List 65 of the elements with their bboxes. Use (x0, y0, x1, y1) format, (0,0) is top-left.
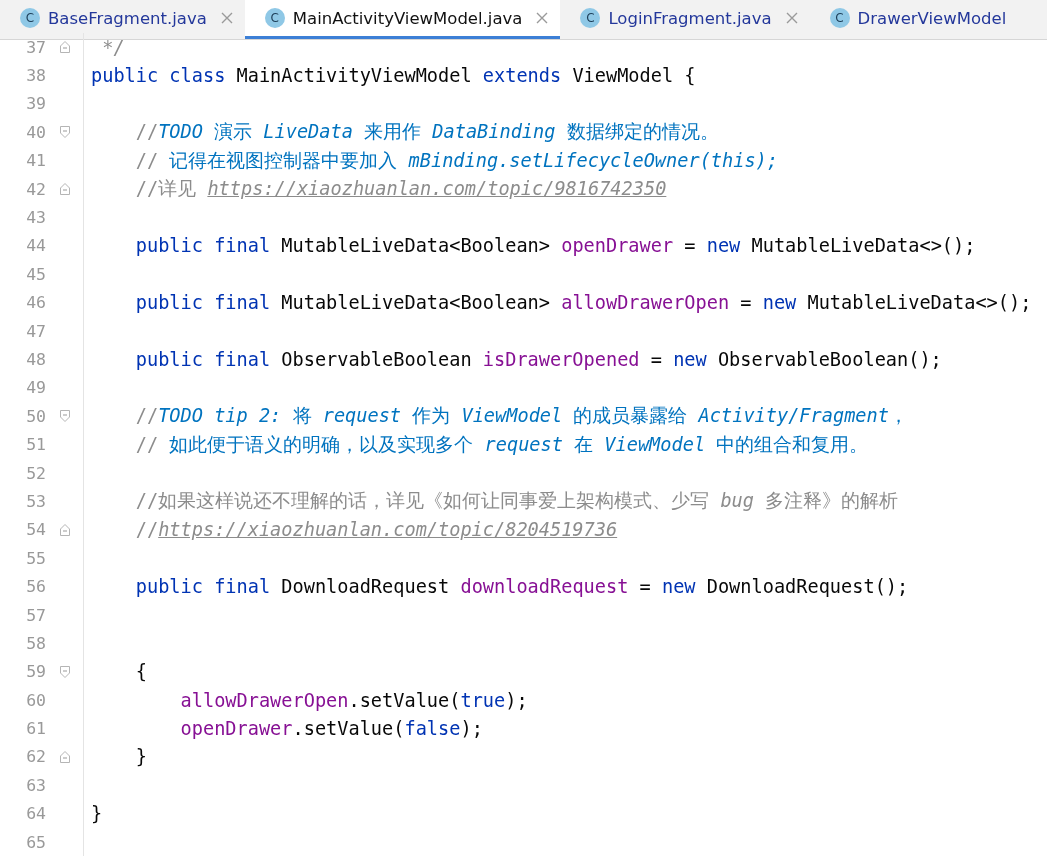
code-line: public final MutableLiveData<Boolean> allowDrawerOpen = new MutableLiveData<>(); (134, 292, 1032, 314)
line-number: 47 (25, 321, 46, 341)
line-number: 58 (25, 633, 46, 653)
fold-icon[interactable] (59, 41, 70, 54)
line-number: 55 (25, 548, 46, 568)
line-number: 37 (25, 37, 46, 57)
class-icon: C (20, 8, 40, 28)
close-icon[interactable] (536, 12, 549, 24)
line-number: 49 (25, 378, 46, 398)
code-line: // 如此便于语义的明确，以及实现多个 request 在 ViewModel 中的组合和复用。 (134, 432, 869, 457)
class-icon: C (829, 8, 850, 28)
line-number: 62 (25, 747, 46, 767)
fold-icon[interactable] (59, 665, 70, 678)
line-number: 56 (25, 577, 46, 597)
code-line: //详见 https://xiaozhuanlan.com/topic/9816742350 (134, 177, 667, 202)
code-line: public final ObservableBoolean isDrawerOpened = new ObservableBoolean(); (134, 349, 942, 370)
line-number: 65 (25, 832, 46, 852)
line-number: 43 (25, 208, 46, 228)
line-number: 41 (25, 151, 46, 171)
line-number: 38 (25, 66, 46, 86)
code-line: //https://xiaozhuanlan.com/topic/8204519736 (134, 519, 618, 541)
code-line: */ (101, 36, 125, 58)
fold-icon[interactable] (59, 183, 70, 196)
editor-tab[interactable]: C DrawerViewModel (809, 0, 1019, 39)
line-number: 48 (25, 350, 46, 369)
close-icon[interactable] (785, 12, 798, 24)
code-line: allowDrawerOpen.setValue(true); (179, 689, 528, 711)
close-icon[interactable] (220, 12, 233, 24)
line-number: 63 (25, 775, 46, 795)
code-line: openDrawer.setValue(false); (179, 718, 483, 740)
line-number: 46 (25, 293, 46, 313)
code-line: //TODO 演示 LiveData 来用作 DataBinding 数据绑定的情况。 (134, 120, 719, 145)
code-line: public class MainActivityViewModel extends ViewModel { (90, 65, 696, 87)
line-number: 52 (25, 463, 46, 483)
line-number: 50 (25, 406, 46, 426)
fold-icon[interactable] (59, 410, 70, 423)
line-number: 60 (25, 690, 46, 710)
code-line: // 记得在视图控制器中要加入 mBinding.setLifecycleOwner(this); (134, 148, 778, 173)
code-line: } (90, 803, 103, 825)
code-line: public final MutableLiveData<Boolean> openDrawer = new MutableLiveData<>(); (134, 235, 976, 257)
line-number: 51 (25, 435, 46, 455)
editor-tab[interactable]: C LoginFragment.java (560, 0, 810, 39)
line-number: 44 (25, 236, 46, 256)
line-number: 54 (25, 520, 46, 540)
editor-tab[interactable]: C MainActivityViewModel.java (244, 0, 561, 39)
line-number: 40 (25, 122, 46, 142)
code-line: public final DownloadRequest downloadRequest = new DownloadRequest(); (134, 576, 909, 598)
code-line: { (134, 661, 147, 683)
line-number: 59 (25, 662, 46, 682)
line-number: 53 (25, 491, 46, 511)
line-number: 45 (25, 264, 46, 284)
fold-icon[interactable] (59, 126, 70, 139)
editor-tab[interactable]: C BaseFragment.java (0, 0, 245, 39)
code-line: //TODO tip 2: 将 request 作为 ViewModel 的成员暴露给 Activity/Fragment， (134, 404, 908, 429)
fold-icon[interactable] (59, 750, 70, 763)
code-line: } (134, 746, 147, 768)
line-number: 42 (25, 179, 46, 199)
line-number: 64 (25, 804, 46, 824)
fold-icon[interactable] (59, 523, 70, 536)
line-number: 39 (25, 94, 46, 114)
code-line: //如果这样说还不理解的话，详见《如何让同事爱上架构模式、少写 bug 多注释》的解析 (134, 489, 899, 514)
class-icon: C (580, 8, 601, 28)
line-number: 57 (25, 605, 46, 625)
class-icon: C (264, 8, 285, 28)
line-number: 61 (25, 719, 46, 739)
